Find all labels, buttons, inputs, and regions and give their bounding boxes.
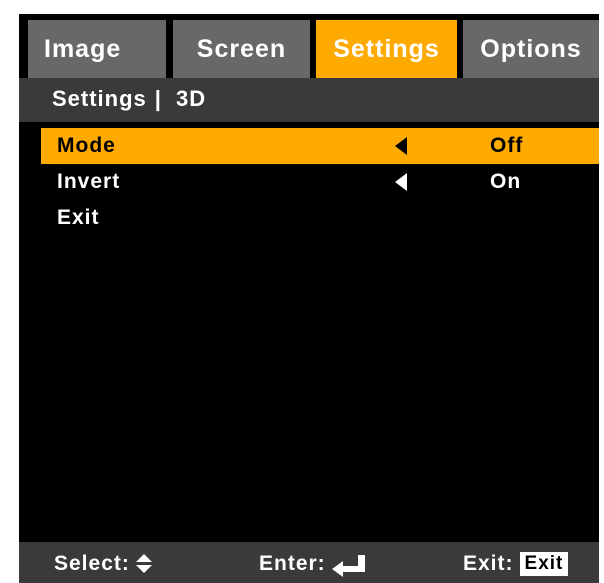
tab-image-label: Image xyxy=(44,34,122,63)
tab-options-label: Options xyxy=(480,34,582,63)
menu-item-label: Invert xyxy=(57,170,121,193)
tab-settings-label: Settings xyxy=(333,34,440,63)
tab-bar: Image Screen Settings Options xyxy=(19,20,599,78)
breadcrumb-separator: | xyxy=(154,86,162,111)
menu-item-label: Mode xyxy=(57,134,116,157)
footer-enter-hint: Enter: xyxy=(259,552,366,577)
tab-image[interactable]: Image xyxy=(28,20,166,78)
breadcrumb-bar: Settings | 3D xyxy=(19,78,599,122)
footer-enter-label: Enter: xyxy=(259,552,326,575)
exit-key-badge: Exit xyxy=(519,552,569,576)
enter-return-icon xyxy=(331,554,366,577)
menu-item-exit[interactable]: Exit xyxy=(41,200,599,236)
tab-settings[interactable]: Settings xyxy=(316,20,457,78)
left-triangle-icon[interactable] xyxy=(395,173,407,191)
breadcrumb-page: 3D xyxy=(175,86,207,111)
tab-screen[interactable]: Screen xyxy=(173,20,310,78)
left-triangle-icon[interactable] xyxy=(395,137,407,155)
footer-select-label: Select: xyxy=(54,552,130,575)
up-down-arrows-icon xyxy=(135,554,152,574)
menu-item-value: Off xyxy=(490,134,524,157)
menu-item-invert[interactable]: Invert On xyxy=(41,164,599,200)
breadcrumb: Settings | 3D xyxy=(52,86,206,112)
footer-exit-hint: Exit: Exit xyxy=(463,552,569,576)
footer-select-hint: Select: xyxy=(54,552,152,576)
osd-menu: Image Screen Settings Options Settings | 3… xyxy=(19,14,599,583)
footer-exit-label: Exit: xyxy=(463,552,514,575)
menu-item-label: Exit xyxy=(57,206,100,229)
menu-item-value: On xyxy=(490,170,522,193)
breadcrumb-section: Settings xyxy=(52,86,147,111)
tab-screen-label: Screen xyxy=(196,34,287,63)
menu-item-mode[interactable]: Mode Off xyxy=(41,128,599,164)
footer-hint-bar: Select: Enter: Exit: Exit xyxy=(19,542,599,583)
tab-options[interactable]: Options xyxy=(463,20,599,78)
